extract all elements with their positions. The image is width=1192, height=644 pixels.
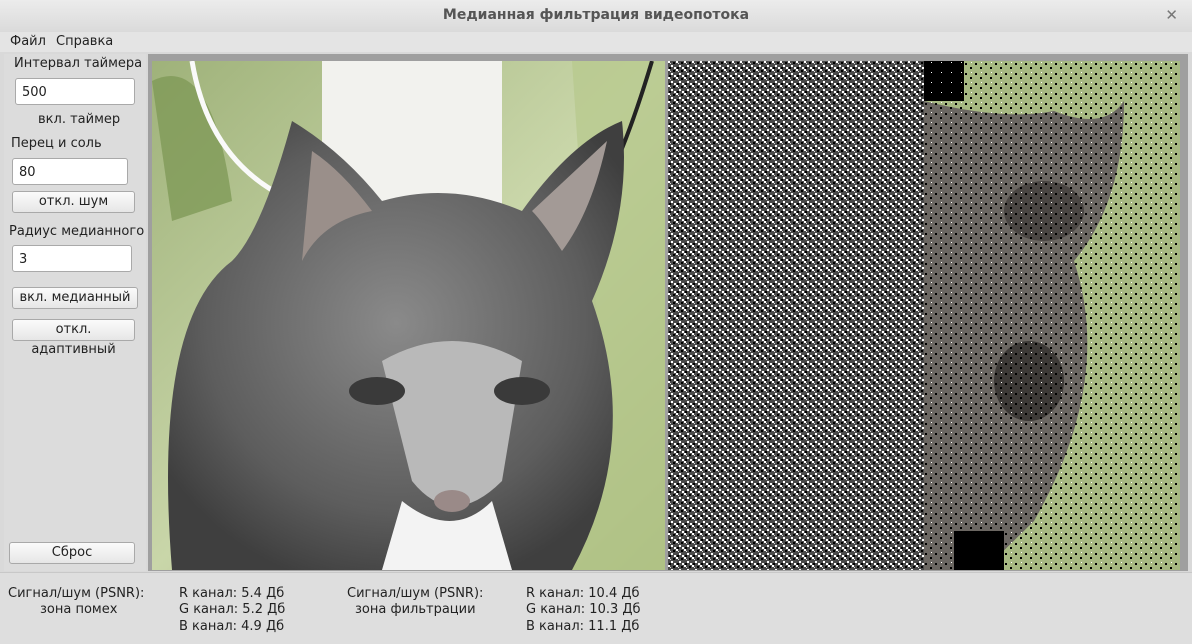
left-g-channel: G канал: 5.2 Дб (179, 602, 286, 617)
right-psnr-zone: зона фильтрации (355, 602, 476, 617)
window-title: Медианная фильтрация видеопотока (442, 7, 750, 23)
title-bar: Медианная фильтрация видеопотока ✕ (0, 0, 1192, 33)
median-on-button[interactable]: вкл. медианный (12, 287, 138, 309)
adaptive-off-button[interactable]: откл. адаптивный (12, 319, 135, 357)
salt-pepper-input[interactable]: 80 (12, 158, 128, 185)
noise-off-button[interactable]: откл. шум (12, 191, 135, 213)
timer-interval-label: Интервал таймера (14, 56, 143, 71)
left-psnr-title: Сигнал/шум (PSNR): (8, 586, 145, 601)
filtered-image (924, 61, 1180, 570)
close-icon[interactable]: ✕ (1165, 6, 1178, 24)
reset-button[interactable]: Сброс (9, 542, 135, 564)
image-view (148, 54, 1188, 571)
original-image (152, 61, 665, 570)
noisy-image (668, 61, 924, 570)
left-r-channel: R канал: 5.4 Дб (179, 586, 285, 601)
left-psnr-zone: зона помех (40, 602, 118, 617)
salt-pepper-label: Перец и соль (11, 136, 102, 151)
median-radius-label: Радиус медианного (9, 224, 145, 239)
right-g-channel: G канал: 10.3 Дб (526, 602, 641, 617)
status-panel: Сигнал/шум (PSNR): зона помех R канал: 5… (0, 572, 1192, 644)
control-panel: Интервал таймера 500 ✕ вкл. таймер Перец… (4, 54, 146, 571)
menu-help[interactable]: Справка (56, 34, 113, 49)
menu-file[interactable]: Файл (10, 34, 46, 49)
timer-interval-input[interactable]: 500 (15, 78, 135, 105)
left-b-channel: B канал: 4.9 Дб (179, 619, 285, 634)
right-b-channel: B канал: 11.1 Дб (526, 619, 640, 634)
timer-checkbox-label: вкл. таймер (38, 112, 121, 127)
right-r-channel: R канал: 10.4 Дб (526, 586, 640, 601)
right-psnr-title: Сигнал/шум (PSNR): (347, 586, 484, 601)
median-radius-input[interactable]: 3 (12, 245, 132, 272)
menu-bar: Файл Справка (0, 32, 1192, 52)
